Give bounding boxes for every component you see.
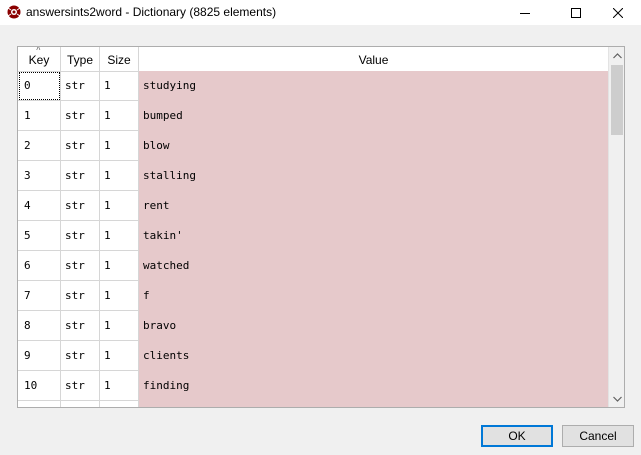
key-cell[interactable]: 2 <box>18 131 61 161</box>
type-cell[interactable]: str <box>61 281 100 311</box>
size-cell[interactable] <box>100 401 139 407</box>
key-cell[interactable]: 4 <box>18 191 61 221</box>
chevron-down-icon <box>612 396 622 402</box>
type-cell[interactable]: str <box>61 131 100 161</box>
key-cell[interactable]: 10 <box>18 371 61 401</box>
type-cell[interactable]: str <box>61 311 100 341</box>
table-body: 0 str 1 studying 1 str 1 bumped 2 str 1 … <box>18 71 608 407</box>
value-cell[interactable]: stalling <box>139 161 608 191</box>
spyder-icon <box>7 5 21 19</box>
column-header-type-label: Type <box>66 53 93 67</box>
value-cell[interactable]: finding <box>139 371 608 401</box>
key-cell[interactable]: 1 <box>18 101 61 131</box>
key-cell[interactable]: 5 <box>18 221 61 251</box>
type-cell[interactable]: str <box>61 221 100 251</box>
value-cell[interactable]: studying <box>139 71 608 101</box>
table-row[interactable]: 6 str 1 watched <box>18 251 608 281</box>
column-header-key-label: Key <box>28 53 50 67</box>
type-cell[interactable]: str <box>61 161 100 191</box>
table-row[interactable]: 2 str 1 blow <box>18 131 608 161</box>
size-cell[interactable]: 1 <box>100 371 139 401</box>
minimize-button[interactable] <box>502 0 548 25</box>
size-cell[interactable]: 1 <box>100 71 139 101</box>
table-row[interactable]: 9 str 1 clients <box>18 341 608 371</box>
close-icon <box>613 7 623 18</box>
value-cell[interactable]: watched <box>139 251 608 281</box>
size-cell[interactable]: 1 <box>100 281 139 311</box>
table-row[interactable]: 4 str 1 rent <box>18 191 608 221</box>
dictionary-table[interactable]: ˄ Key Type Size Value 0 str 1 studying 1… <box>17 46 625 408</box>
value-cell[interactable]: bravo <box>139 311 608 341</box>
type-cell[interactable]: str <box>61 101 100 131</box>
maximize-button[interactable] <box>553 0 599 25</box>
value-cell[interactable]: rent <box>139 191 608 221</box>
key-cell[interactable]: 0 <box>18 71 61 101</box>
size-cell[interactable]: 1 <box>100 191 139 221</box>
size-cell[interactable]: 1 <box>100 101 139 131</box>
size-cell[interactable]: 1 <box>100 251 139 281</box>
key-cell[interactable]: 8 <box>18 311 61 341</box>
scroll-up-button[interactable] <box>609 47 624 64</box>
column-header-size-label: Size <box>107 53 131 67</box>
table-row[interactable]: 3 str 1 stalling <box>18 161 608 191</box>
key-cell[interactable]: 3 <box>18 161 61 191</box>
type-cell[interactable] <box>61 401 100 407</box>
table-row[interactable]: 7 str 1 f <box>18 281 608 311</box>
scroll-down-button[interactable] <box>609 390 624 407</box>
size-cell[interactable]: 1 <box>100 341 139 371</box>
table-row[interactable]: 5 str 1 takin' <box>18 221 608 251</box>
key-cell[interactable]: 6 <box>18 251 61 281</box>
table-row[interactable]: 0 str 1 studying <box>18 71 608 101</box>
key-cell[interactable]: 9 <box>18 341 61 371</box>
value-cell[interactable]: clients <box>139 341 608 371</box>
value-cell[interactable]: f <box>139 281 608 311</box>
size-cell[interactable]: 1 <box>100 161 139 191</box>
value-cell[interactable]: bumped <box>139 101 608 131</box>
table-row[interactable]: 8 str 1 bravo <box>18 311 608 341</box>
maximize-icon <box>571 7 581 18</box>
column-header-value[interactable]: Value <box>139 47 608 71</box>
size-cell[interactable]: 1 <box>100 131 139 161</box>
type-cell[interactable]: str <box>61 191 100 221</box>
size-cell[interactable]: 1 <box>100 221 139 251</box>
column-header-value-label: Value <box>358 53 389 67</box>
type-cell[interactable]: str <box>61 251 100 281</box>
column-header-key[interactable]: ˄ Key <box>18 47 61 71</box>
type-cell[interactable]: str <box>61 371 100 401</box>
window-title: answersints2word - Dictionary (8825 elem… <box>26 5 277 19</box>
size-cell[interactable]: 1 <box>100 311 139 341</box>
table-header: ˄ Key Type Size Value <box>18 47 608 72</box>
ok-button[interactable]: OK <box>481 425 553 447</box>
value-cell[interactable] <box>139 401 608 407</box>
minimize-icon <box>520 12 530 14</box>
column-header-size[interactable]: Size <box>100 47 139 71</box>
vertical-scrollbar[interactable] <box>608 47 624 407</box>
cancel-button[interactable]: Cancel <box>562 425 634 447</box>
title-bar: answersints2word - Dictionary (8825 elem… <box>0 0 641 25</box>
key-cell[interactable] <box>18 401 61 407</box>
chevron-up-icon <box>612 52 622 58</box>
table-row[interactable]: 10 str 1 finding <box>18 371 608 401</box>
value-cell[interactable]: blow <box>139 131 608 161</box>
table-row[interactable]: 1 str 1 bumped <box>18 101 608 131</box>
scrollbar-thumb[interactable] <box>611 65 623 135</box>
value-cell[interactable]: takin' <box>139 221 608 251</box>
type-cell[interactable]: str <box>61 71 100 101</box>
type-cell[interactable]: str <box>61 341 100 371</box>
key-cell[interactable]: 7 <box>18 281 61 311</box>
table-row[interactable] <box>18 401 608 407</box>
close-button[interactable] <box>595 0 641 25</box>
column-header-type[interactable]: Type <box>61 47 100 71</box>
sort-ascending-icon: ˄ <box>36 46 41 53</box>
